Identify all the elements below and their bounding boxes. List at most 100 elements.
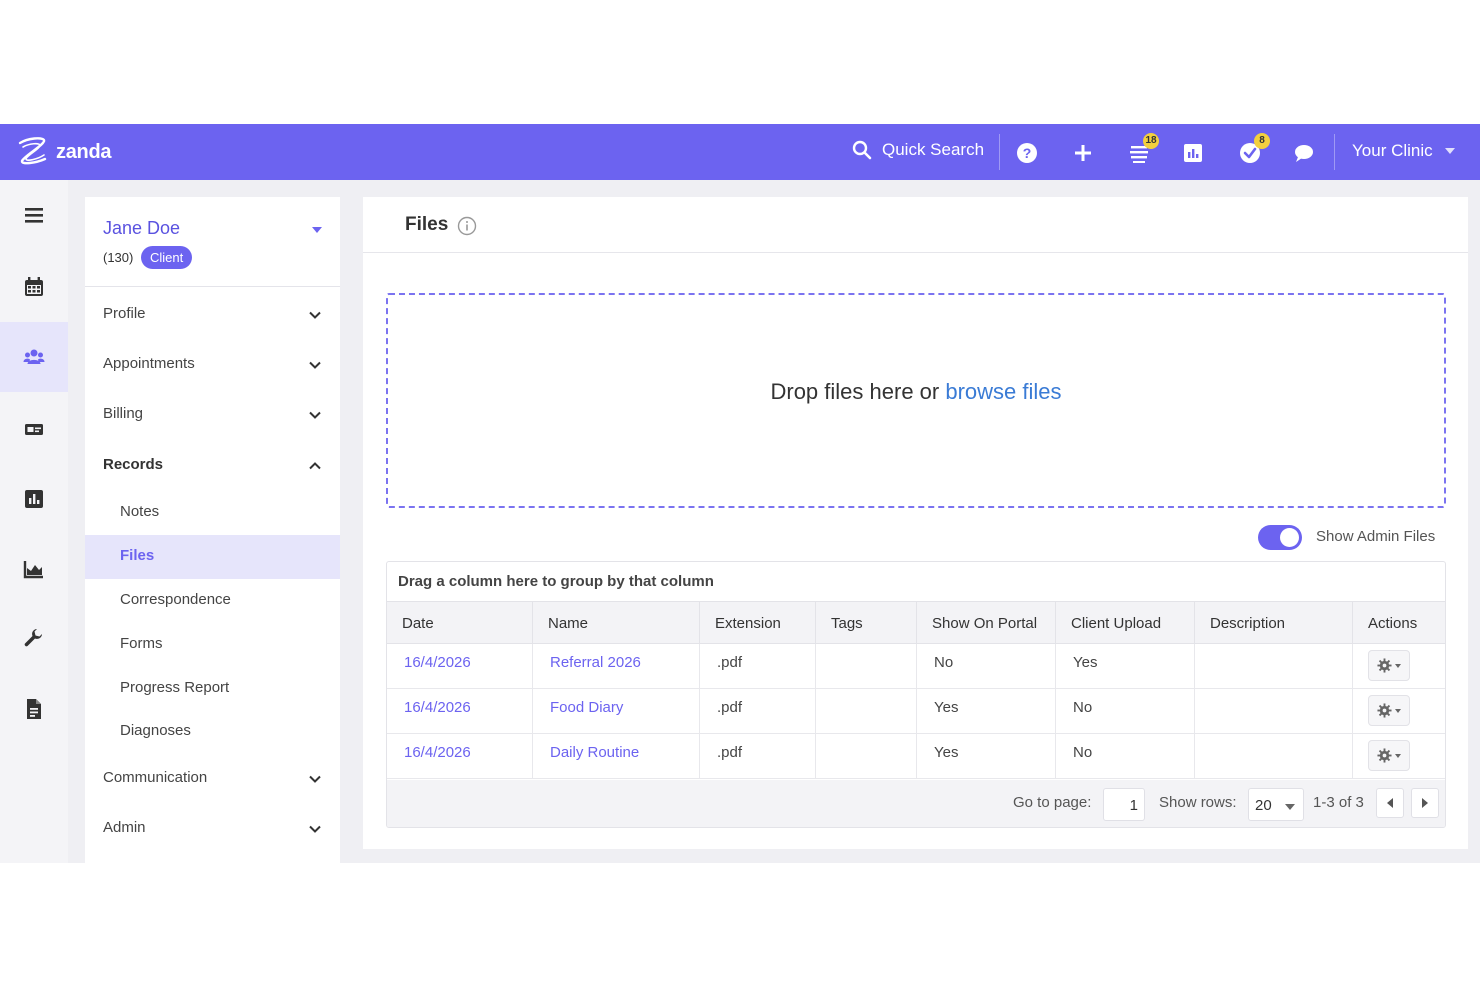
cell-date[interactable]: 16/4/2026	[387, 689, 533, 734]
column-header-show-on-portal[interactable]: Show On Portal	[917, 602, 1056, 645]
chevron-down-icon	[309, 825, 321, 833]
chevron-down-icon	[309, 311, 321, 319]
stats-icon[interactable]	[0, 464, 68, 534]
nav-sub-files[interactable]: Files	[85, 535, 340, 579]
client-name[interactable]: Jane Doe	[103, 218, 180, 239]
nav-item-appointments[interactable]: Appointments	[85, 343, 340, 387]
nav-item-admin[interactable]: Admin	[85, 807, 340, 851]
nav-item-billing[interactable]: Billing	[85, 393, 340, 437]
quick-search-button[interactable]: Quick Search	[852, 140, 984, 160]
nav-sub-label: Notes	[120, 503, 160, 520]
cell-date[interactable]: 16/4/2026	[387, 734, 533, 779]
nav-sub-notes[interactable]: Notes	[85, 491, 340, 535]
cell-date[interactable]: 16/4/2026	[387, 644, 533, 689]
checklist-icon[interactable]: 8	[1238, 133, 1270, 165]
cell-name[interactable]: Food Diary	[533, 689, 700, 734]
files-grid: Drag a column here to group by that colu…	[386, 561, 1446, 828]
next-page-button[interactable]	[1411, 788, 1439, 818]
cell-tags	[816, 644, 917, 689]
nav-item-label: Billing	[103, 405, 144, 422]
goto-page-input[interactable]: 1	[1103, 788, 1145, 821]
tasks-list-icon[interactable]: 18	[1127, 133, 1159, 165]
cell-name[interactable]: Referral 2026	[533, 644, 700, 689]
column-header-extension[interactable]: Extension	[700, 602, 816, 645]
row-actions-button[interactable]	[1368, 695, 1410, 726]
info-icon[interactable]	[457, 216, 477, 236]
nav-item-label: Appointments	[103, 355, 195, 372]
cell-name[interactable]: Daily Routine	[533, 734, 700, 779]
cell-tags	[816, 689, 917, 734]
app-window: zanda Quick Search ? 18 8 Your Clinic Ja…	[0, 124, 1480, 863]
nav-item-records[interactable]: Records	[85, 444, 340, 488]
chevron-down-icon	[1285, 804, 1295, 810]
nav-sub-diagnoses[interactable]: Diagnoses	[85, 710, 340, 754]
grid-header: Date Name Extension Tags Show On Portal …	[387, 601, 1445, 645]
nav-sub-label: Files	[120, 547, 155, 564]
dropzone-text: Drop files here or browse files	[388, 379, 1444, 405]
column-header-name[interactable]: Name	[533, 602, 700, 645]
files-content: Files Drop files here or browse files Sh…	[363, 197, 1468, 849]
topbar-divider	[1334, 134, 1335, 170]
group-by-drop-area[interactable]: Drag a column here to group by that colu…	[398, 573, 714, 590]
nav-sub-label: Forms	[120, 635, 163, 652]
nav-item-label: Communication	[103, 769, 208, 786]
table-row[interactable]: 16/4/2026 Referral 2026 .pdf No Yes	[387, 644, 1445, 689]
plus-icon[interactable]	[1071, 141, 1095, 165]
dropzone-prompt: Drop files here or	[770, 379, 946, 404]
menu-icon[interactable]	[0, 180, 68, 250]
nav-item-profile[interactable]: Profile	[85, 293, 340, 337]
left-rail	[0, 180, 68, 863]
pager-range: 1-3 of 3	[1313, 794, 1364, 811]
nav-sub-progress-report[interactable]: Progress Report	[85, 667, 340, 711]
nav-sub-label: Diagnoses	[120, 722, 191, 739]
clinic-selector[interactable]: Your Clinic	[1352, 141, 1455, 161]
show-admin-files-label: Show Admin Files	[1316, 528, 1436, 545]
table-row[interactable]: 16/4/2026 Daily Routine .pdf Yes No	[387, 734, 1445, 779]
calendar-icon[interactable]	[0, 252, 68, 322]
show-admin-files-toggle[interactable]	[1258, 525, 1302, 550]
grid-pager: Go to page: 1 Show rows: 20 1-3 of 3	[387, 780, 1445, 827]
prev-page-button[interactable]	[1376, 788, 1404, 818]
nav-item-communication[interactable]: Communication	[85, 757, 340, 801]
search-icon	[852, 140, 872, 160]
rows-per-page-value: 20	[1255, 797, 1272, 814]
billing-icon[interactable]	[0, 394, 68, 464]
column-header-description[interactable]: Description	[1195, 602, 1353, 645]
row-actions-button[interactable]	[1368, 740, 1410, 771]
row-actions-button[interactable]	[1368, 650, 1410, 681]
chevron-right-icon	[1422, 798, 1428, 808]
nav-sub-forms[interactable]: Forms	[85, 623, 340, 667]
cell-tags	[816, 734, 917, 779]
nav-item-label: Records	[103, 456, 164, 473]
area-chart-icon[interactable]	[0, 534, 68, 604]
cell-client-upload: No	[1056, 689, 1195, 734]
document-icon[interactable]	[0, 674, 68, 744]
chevron-down-icon	[309, 775, 321, 783]
column-header-date[interactable]: Date	[387, 602, 533, 645]
help-icon[interactable]: ?	[1015, 141, 1039, 165]
rows-per-page-select[interactable]: 20	[1248, 788, 1304, 821]
cell-show-on-portal: Yes	[917, 734, 1056, 779]
nav-sub-correspondence[interactable]: Correspondence	[85, 579, 340, 623]
gear-icon	[1377, 748, 1392, 763]
table-row[interactable]: 16/4/2026 Food Diary .pdf Yes No	[387, 689, 1445, 734]
file-dropzone[interactable]: Drop files here or browse files	[386, 293, 1446, 508]
column-header-client-upload[interactable]: Client Upload	[1056, 602, 1195, 645]
cell-actions	[1353, 644, 1445, 689]
column-header-tags[interactable]: Tags	[816, 602, 917, 645]
tasks-badge: 18	[1143, 133, 1159, 149]
chevron-down-icon	[1395, 663, 1401, 668]
chevron-up-icon	[309, 462, 321, 470]
browse-files-link[interactable]: browse files	[945, 379, 1061, 404]
wrench-icon[interactable]	[0, 604, 68, 674]
gear-icon	[1377, 658, 1392, 673]
content-header: Files	[363, 197, 1468, 253]
client-status-badge: Client	[141, 246, 193, 269]
clients-icon[interactable]	[0, 322, 68, 392]
chat-icon[interactable]	[1292, 141, 1316, 165]
cell-show-on-portal: Yes	[917, 689, 1056, 734]
brand-logo[interactable]: zanda	[14, 134, 111, 170]
client-menu-chevron-icon[interactable]	[312, 227, 322, 233]
cell-client-upload: Yes	[1056, 644, 1195, 689]
reports-icon[interactable]	[1181, 141, 1205, 165]
